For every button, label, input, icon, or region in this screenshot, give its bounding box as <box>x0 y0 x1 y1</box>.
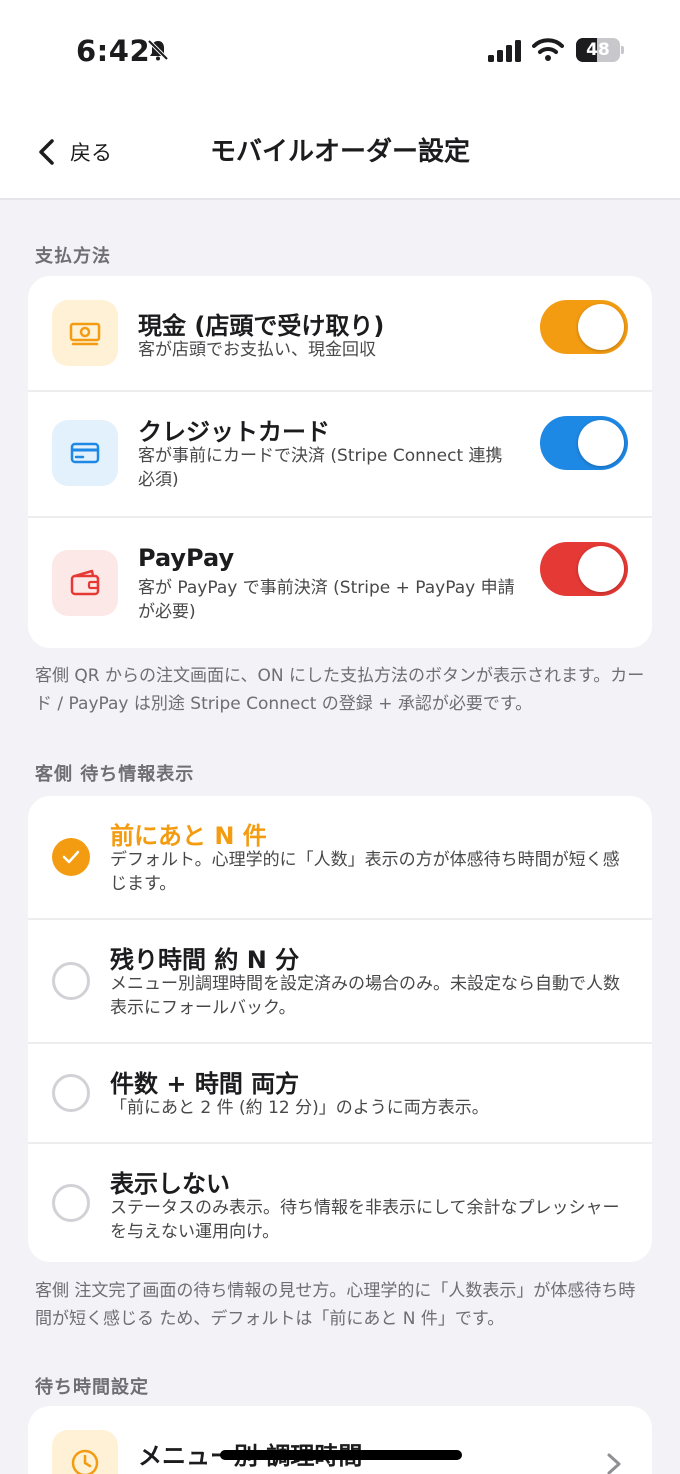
credit-card-toggle[interactable] <box>540 416 628 470</box>
wait-display-footnote: 客側 注文完了画面の待ち情報の見せ方。心理学的に「人数表示」が体感待ち時間が短く… <box>35 1281 636 1329</box>
credit-card-icon <box>52 420 118 486</box>
payment-footnote: 客側 QR からの注文画面に、ON にした支払方法のボタンが表示されます。カード… <box>35 666 645 714</box>
page-title: モバイルオーダー設定 <box>209 137 470 167</box>
wait-option-title: 件数 + 時間 両方 <box>110 1070 300 1098</box>
clock-icon <box>52 1430 118 1474</box>
wait-option-desc: 「前にあと 2 件 (約 12 分)」のように両方表示。 <box>110 1098 489 1118</box>
payment-method-desc: 客が店頭でお支払い、現金回収 <box>138 340 376 360</box>
status-time: 6:42 <box>76 34 151 68</box>
payment-method-row-credit-card: クレジットカード 客が事前にカードで決済 (Stripe Connect 連携必… <box>28 392 652 516</box>
wait-option-row[interactable]: 残り時間 約 N 分 メニュー別調理時間を設定済みの場合のみ。未設定なら自動で人… <box>28 920 652 1042</box>
radio-unselected[interactable] <box>52 1184 90 1222</box>
section-header-payment: 支払方法 <box>35 246 111 267</box>
radio-unselected[interactable] <box>52 962 90 1000</box>
cellular-signal-icon <box>488 40 521 62</box>
payment-method-desc: 客が PayPay で事前決済 (Stripe + PayPay 申請が必要) <box>138 578 515 622</box>
payment-methods-card: 現金 (店頭で受け取り) 客が店頭でお支払い、現金回収 クレジットカード 客が事… <box>28 276 652 648</box>
payment-method-title: PayPay <box>138 544 235 572</box>
top-bar: 6:42 48 戻る モバイルオーダー設定 <box>0 0 680 200</box>
battery-level: 48 <box>586 40 610 60</box>
payment-method-row-paypay: PayPay 客が PayPay で事前決済 (Stripe + PayPay … <box>28 518 652 648</box>
bell-slash-icon <box>147 39 169 61</box>
cash-icon <box>52 300 118 366</box>
battery-icon: 48 <box>576 38 624 62</box>
wait-display-card: 前にあと N 件 デフォルト。心理学的に「人数」表示の方が体感待ち時間が短く感じ… <box>28 796 652 1262</box>
payment-method-row-cash: 現金 (店頭で受け取り) 客が店頭でお支払い、現金回収 <box>28 276 652 390</box>
cash-toggle[interactable] <box>540 300 628 354</box>
menu-cook-time-row[interactable]: メニュー別 調理時間 <box>28 1406 652 1474</box>
wait-time-card: メニュー別 調理時間 <box>28 1406 652 1474</box>
wait-option-row[interactable]: 表示しない ステータスのみ表示。待ち情報を非表示にして余計なプレッシャーを与えな… <box>28 1144 652 1262</box>
checkmark-icon <box>62 850 80 864</box>
radio-selected[interactable] <box>52 838 90 876</box>
mobile-order-settings-screen: 6:42 48 戻る モバイルオーダー設定 支払方法 現金 (店頭で受け取り) … <box>0 0 680 1474</box>
wallet-icon <box>52 550 118 616</box>
wait-option-title: 表示しない <box>110 1170 230 1198</box>
chevron-right-icon <box>607 1453 621 1474</box>
section-header-wait-time: 待ち時間設定 <box>35 1377 149 1398</box>
wait-option-title: 残り時間 約 N 分 <box>110 946 300 974</box>
payment-method-title: クレジットカード <box>138 418 330 446</box>
wait-option-row[interactable]: 前にあと N 件 デフォルト。心理学的に「人数」表示の方が体感待ち時間が短く感じ… <box>28 796 652 918</box>
section-header-wait-display: 客側 待ち情報表示 <box>35 764 195 785</box>
wait-option-title: 前にあと N 件 <box>110 822 267 850</box>
home-indicator <box>220 1450 462 1460</box>
radio-unselected[interactable] <box>52 1074 90 1112</box>
wait-option-desc: メニュー別調理時間を設定済みの場合のみ。未設定なら自動で人数表示にフォールバック… <box>110 974 620 1018</box>
wait-option-desc: ステータスのみ表示。待ち情報を非表示にして余計なプレッシャーを与えない運用向け。 <box>110 1198 620 1242</box>
paypay-toggle[interactable] <box>540 542 628 596</box>
payment-method-desc: 客が事前にカードで決済 (Stripe Connect 連携必須) <box>138 446 503 490</box>
wait-option-desc: デフォルト。心理学的に「人数」表示の方が体感待ち時間が短く感じます。 <box>110 850 620 894</box>
wait-option-row[interactable]: 件数 + 時間 両方 「前にあと 2 件 (約 12 分)」のように両方表示。 <box>28 1044 652 1142</box>
payment-method-title: 現金 (店頭で受け取り) <box>138 312 385 340</box>
wifi-icon <box>532 38 564 61</box>
